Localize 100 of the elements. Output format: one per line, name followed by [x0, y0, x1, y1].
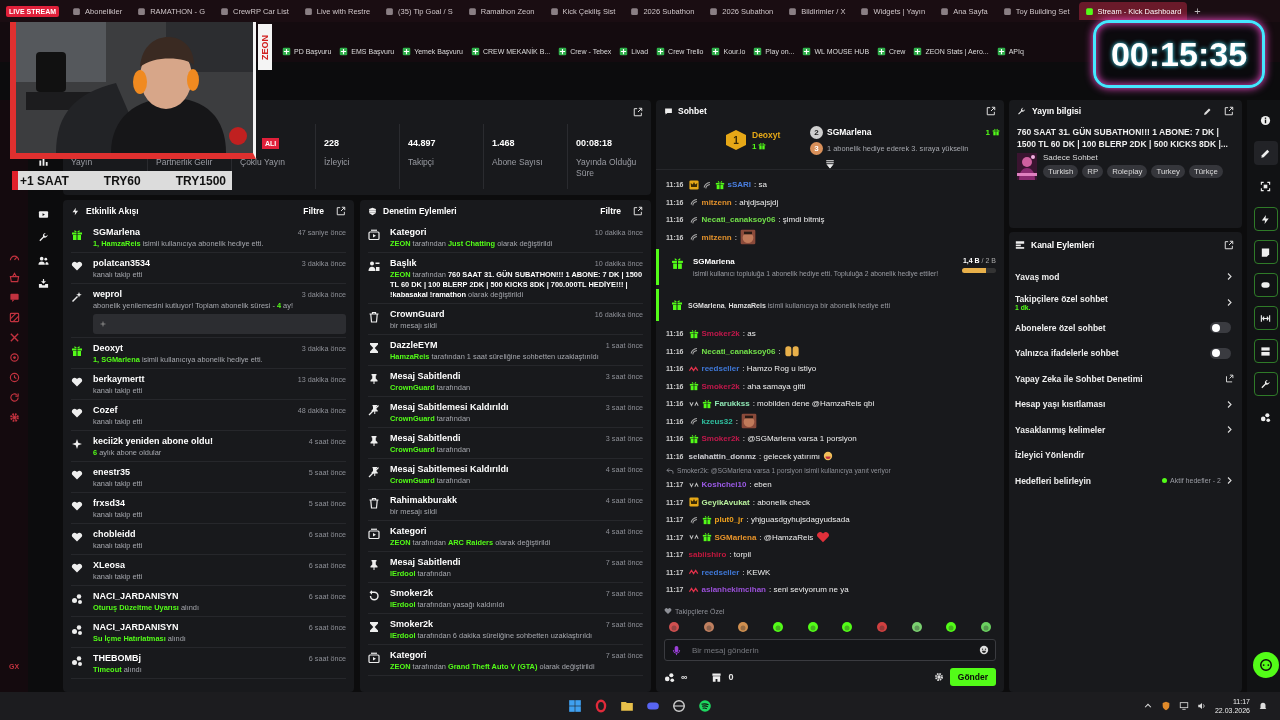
chevrons-icon [688, 479, 699, 490]
username[interactable]: Farukkss [714, 399, 750, 409]
tier-icon [688, 416, 699, 427]
microphone-icon[interactable] [671, 644, 682, 656]
username[interactable]: Necati_canaksoy06 [701, 215, 776, 225]
emote-icon[interactable] [806, 621, 819, 633]
message-input[interactable]: Bir mesaj gönderin [690, 644, 971, 656]
popout-icon[interactable] [633, 206, 643, 216]
emote-icon[interactable] [771, 621, 784, 633]
page-icon [549, 6, 559, 16]
gift-count: 1 [752, 141, 804, 151]
ring-icon[interactable] [594, 699, 608, 713]
emoji-icon [823, 451, 834, 462]
chevron-icon[interactable] [1225, 476, 1234, 486]
striped-square-icon[interactable] [8, 312, 20, 323]
basket-icon[interactable] [8, 272, 20, 283]
username[interactable]: sSARI [727, 180, 752, 190]
toggle-switch[interactable] [1210, 322, 1231, 334]
message-icon[interactable] [8, 292, 20, 303]
event-title: frxsd34 [93, 496, 126, 509]
chat-bubble-button[interactable] [1252, 652, 1279, 678]
network-icon[interactable] [1178, 701, 1189, 711]
people-icon[interactable] [37, 255, 49, 266]
message-text: : abonelik check [752, 497, 811, 507]
windows-icon[interactable] [568, 699, 582, 713]
video-icon[interactable] [37, 209, 49, 220]
username[interactable]: Necati_canaksoy06 [701, 346, 776, 356]
focus-icon[interactable] [1260, 180, 1271, 192]
globe-icon[interactable] [672, 699, 686, 713]
drops-icon[interactable] [1260, 411, 1271, 423]
username[interactable]: reedseller [701, 364, 740, 374]
refresh-icon[interactable] [8, 392, 20, 403]
circle-icon[interactable] [8, 352, 20, 363]
username[interactable]: SGMarlena [714, 532, 757, 542]
bookmark-icon [282, 46, 291, 56]
send-button[interactable]: Gönder [949, 668, 996, 686]
clock-icon[interactable] [8, 372, 20, 383]
layout-icon[interactable] [1260, 345, 1271, 357]
emote-icon[interactable] [979, 621, 992, 633]
emote-icon[interactable] [945, 621, 958, 633]
chat-icon[interactable] [1260, 279, 1271, 291]
music-app-icon[interactable] [698, 699, 712, 713]
username[interactable]: Koshchei10 [701, 480, 747, 490]
setting-label: Hedefleri belirleyin [1015, 475, 1093, 486]
event-title: Kategori [390, 225, 427, 238]
chevron-icon[interactable] [1225, 272, 1234, 282]
username[interactable]: plut0_jr [714, 515, 744, 525]
store-icon[interactable] [711, 671, 723, 683]
timer: 00:15:35 [1093, 20, 1265, 88]
popout-icon[interactable] [1224, 240, 1234, 250]
smiley-icon[interactable] [979, 645, 989, 655]
emote-icon[interactable] [737, 621, 750, 633]
chevron-icon[interactable] [1225, 425, 1234, 435]
bolt-icon[interactable] [1260, 213, 1271, 225]
emote-icon[interactable] [841, 621, 854, 633]
username[interactable]: reedseller [701, 567, 740, 577]
username[interactable]: kzeus32 [701, 416, 733, 426]
edit-icon[interactable] [1260, 147, 1271, 159]
speaker-icon[interactable] [1196, 701, 1207, 711]
chevron-up-icon[interactable] [1142, 701, 1153, 711]
info-icon[interactable] [1260, 114, 1271, 126]
gauge-icon[interactable] [8, 252, 20, 263]
event-title: Cozef [93, 403, 118, 416]
emote-icon[interactable] [702, 621, 715, 633]
wrench-icon[interactable] [1260, 378, 1271, 390]
new-tab-button[interactable]: + [1190, 5, 1205, 17]
wrench-icon[interactable] [37, 232, 49, 243]
username[interactable]: aslanhekimcihan [701, 585, 766, 595]
setting-label: Abonelere özel sohbet [1015, 322, 1107, 333]
username[interactable]: mitzenn [701, 197, 732, 207]
popout-icon[interactable] [633, 107, 643, 117]
collapse-icon[interactable] [825, 159, 835, 169]
message-composer[interactable]: Bir mesaj gönderin [664, 639, 996, 661]
notification-icon[interactable] [1258, 701, 1268, 711]
heart-icon [816, 530, 831, 545]
toggle-switch[interactable] [1210, 347, 1231, 359]
username[interactable]: selahattin_donmz [688, 451, 757, 461]
drops-icon [71, 654, 83, 667]
popout-icon[interactable] [1224, 106, 1234, 116]
bar-chart-icon[interactable] [37, 156, 49, 167]
tray-icon[interactable] [37, 278, 49, 289]
filter-button[interactable]: Filtre [303, 206, 324, 216]
username[interactable]: GeyikAvukat [701, 497, 750, 507]
stat-label: Çoklu Yayın [240, 157, 287, 168]
folder-icon[interactable] [620, 699, 634, 713]
emote-icon[interactable] [910, 621, 923, 633]
shield-icon[interactable] [1160, 701, 1171, 711]
external-link-icon[interactable] [1225, 374, 1234, 384]
event-title: Mesaj Sabitlendi [390, 369, 461, 382]
heart-icon [71, 406, 83, 419]
chevron-icon[interactable] [1225, 399, 1234, 409]
chevron-icon[interactable] [1225, 297, 1234, 307]
popout-icon[interactable] [986, 106, 996, 116]
split-icon[interactable] [1260, 312, 1271, 324]
x-icon[interactable] [8, 332, 20, 343]
popout-icon[interactable] [336, 206, 346, 216]
note-icon[interactable] [1260, 246, 1271, 258]
edit-icon[interactable] [1203, 106, 1212, 116]
filter-button[interactable]: Filtre [600, 206, 621, 216]
username[interactable]: mitzenn [701, 232, 732, 242]
